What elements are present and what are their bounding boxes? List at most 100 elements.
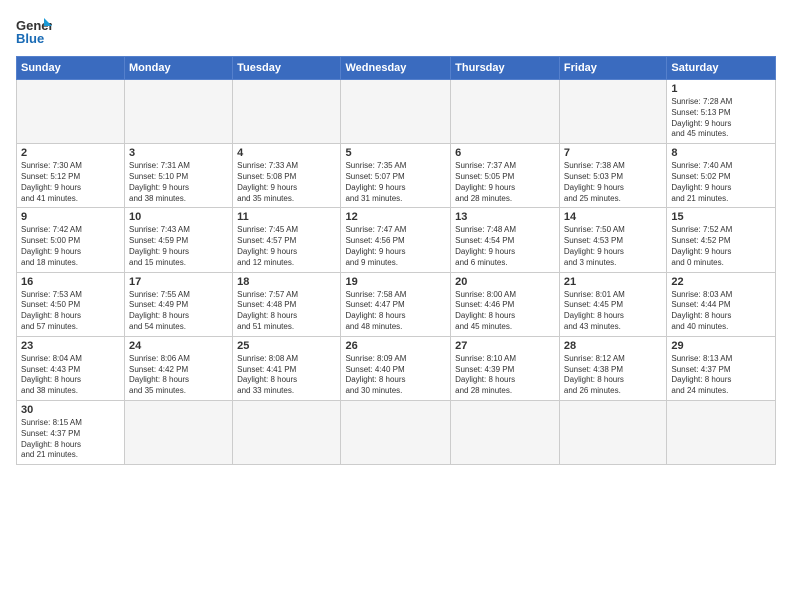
day-info: Sunrise: 7:52 AM Sunset: 4:52 PM Dayligh… bbox=[671, 225, 771, 268]
day-number: 27 bbox=[455, 340, 555, 352]
day-info: Sunrise: 7:47 AM Sunset: 4:56 PM Dayligh… bbox=[345, 225, 446, 268]
calendar-header-wednesday: Wednesday bbox=[341, 57, 451, 80]
calendar-day-cell: 24 Sunrise: 8:06 AM Sunset: 4:42 PM Dayli… bbox=[125, 336, 233, 400]
day-number: 18 bbox=[237, 276, 336, 288]
calendar-day-cell: 11 Sunrise: 7:45 AM Sunset: 4:57 PM Dayli… bbox=[233, 208, 341, 272]
calendar-day-cell: 28 Sunrise: 8:12 AM Sunset: 4:38 PM Dayli… bbox=[559, 336, 666, 400]
day-number: 7 bbox=[564, 147, 662, 159]
page: General Blue SundayMondayTuesdayWednesda… bbox=[0, 0, 792, 612]
calendar-day-cell: 30Sunrise: 8:15 AM Sunset: 4:37 PM Dayli… bbox=[17, 400, 125, 464]
calendar-day-cell bbox=[559, 400, 666, 464]
day-info: Sunrise: 7:35 AM Sunset: 5:07 PM Dayligh… bbox=[345, 161, 446, 204]
day-info: Sunrise: 7:57 AM Sunset: 4:48 PM Dayligh… bbox=[237, 290, 336, 333]
calendar-day-cell: 26Sunrise: 8:09 AM Sunset: 4:40 PM Dayli… bbox=[341, 336, 451, 400]
calendar-day-cell bbox=[233, 400, 341, 464]
day-info: Sunrise: 7:42 AM Sunset: 5:00 PM Dayligh… bbox=[21, 225, 120, 268]
day-info: Sunrise: 7:28 AM Sunset: 5:13 PM Dayligh… bbox=[671, 97, 771, 140]
day-number: 11 bbox=[237, 211, 336, 223]
calendar-day-cell bbox=[341, 80, 451, 144]
day-info: Sunrise: 7:45 AM Sunset: 4:57 PM Dayligh… bbox=[237, 225, 336, 268]
calendar-day-cell: 5 Sunrise: 7:35 AM Sunset: 5:07 PM Daylig… bbox=[341, 144, 451, 208]
day-info: Sunrise: 7:33 AM Sunset: 5:08 PM Dayligh… bbox=[237, 161, 336, 204]
day-info: Sunrise: 8:06 AM Sunset: 4:42 PM Dayligh… bbox=[129, 354, 228, 397]
calendar-day-cell: 18 Sunrise: 7:57 AM Sunset: 4:48 PM Dayli… bbox=[233, 272, 341, 336]
calendar-week-row: 30Sunrise: 8:15 AM Sunset: 4:37 PM Dayli… bbox=[17, 400, 776, 464]
day-number: 1 bbox=[671, 83, 771, 95]
calendar-day-cell: 22Sunrise: 8:03 AM Sunset: 4:44 PM Dayli… bbox=[667, 272, 776, 336]
calendar-day-cell bbox=[451, 80, 560, 144]
calendar-day-cell: 25Sunrise: 8:08 AM Sunset: 4:41 PM Dayli… bbox=[233, 336, 341, 400]
calendar-header-tuesday: Tuesday bbox=[233, 57, 341, 80]
calendar-week-row: 1 Sunrise: 7:28 AM Sunset: 5:13 PM Daylig… bbox=[17, 80, 776, 144]
svg-text:Blue: Blue bbox=[16, 31, 44, 46]
day-number: 2 bbox=[21, 147, 120, 159]
day-info: Sunrise: 8:00 AM Sunset: 4:46 PM Dayligh… bbox=[455, 290, 555, 333]
calendar-week-row: 2 Sunrise: 7:30 AM Sunset: 5:12 PM Daylig… bbox=[17, 144, 776, 208]
day-number: 19 bbox=[345, 276, 446, 288]
day-info: Sunrise: 8:09 AM Sunset: 4:40 PM Dayligh… bbox=[345, 354, 446, 397]
calendar-week-row: 16 Sunrise: 7:53 AM Sunset: 4:50 PM Dayli… bbox=[17, 272, 776, 336]
day-number: 4 bbox=[237, 147, 336, 159]
calendar-day-cell bbox=[341, 400, 451, 464]
day-info: Sunrise: 7:37 AM Sunset: 5:05 PM Dayligh… bbox=[455, 161, 555, 204]
day-number: 12 bbox=[345, 211, 446, 223]
day-info: Sunrise: 7:50 AM Sunset: 4:53 PM Dayligh… bbox=[564, 225, 662, 268]
generalblue-logo-icon: General Blue bbox=[16, 16, 52, 46]
day-info: Sunrise: 7:43 AM Sunset: 4:59 PM Dayligh… bbox=[129, 225, 228, 268]
calendar-day-cell: 12 Sunrise: 7:47 AM Sunset: 4:56 PM Dayli… bbox=[341, 208, 451, 272]
calendar-day-cell: 8Sunrise: 7:40 AM Sunset: 5:02 PM Daylig… bbox=[667, 144, 776, 208]
day-info: Sunrise: 8:12 AM Sunset: 4:38 PM Dayligh… bbox=[564, 354, 662, 397]
calendar-day-cell bbox=[233, 80, 341, 144]
day-info: Sunrise: 8:04 AM Sunset: 4:43 PM Dayligh… bbox=[21, 354, 120, 397]
calendar-day-cell: 9 Sunrise: 7:42 AM Sunset: 5:00 PM Daylig… bbox=[17, 208, 125, 272]
day-number: 30 bbox=[21, 404, 120, 416]
day-number: 29 bbox=[671, 340, 771, 352]
day-info: Sunrise: 8:13 AM Sunset: 4:37 PM Dayligh… bbox=[671, 354, 771, 397]
calendar-day-cell bbox=[451, 400, 560, 464]
calendar-table: SundayMondayTuesdayWednesdayThursdayFrid… bbox=[16, 56, 776, 465]
calendar-day-cell: 20 Sunrise: 8:00 AM Sunset: 4:46 PM Dayli… bbox=[451, 272, 560, 336]
day-number: 22 bbox=[671, 276, 771, 288]
calendar-day-cell bbox=[667, 400, 776, 464]
day-info: Sunrise: 7:38 AM Sunset: 5:03 PM Dayligh… bbox=[564, 161, 662, 204]
day-info: Sunrise: 8:08 AM Sunset: 4:41 PM Dayligh… bbox=[237, 354, 336, 397]
calendar-day-cell: 16 Sunrise: 7:53 AM Sunset: 4:50 PM Dayli… bbox=[17, 272, 125, 336]
calendar-day-cell bbox=[125, 80, 233, 144]
day-number: 9 bbox=[21, 211, 120, 223]
calendar-day-cell: 10 Sunrise: 7:43 AM Sunset: 4:59 PM Dayli… bbox=[125, 208, 233, 272]
calendar-day-cell: 13Sunrise: 7:48 AM Sunset: 4:54 PM Dayli… bbox=[451, 208, 560, 272]
calendar-day-cell: 4 Sunrise: 7:33 AM Sunset: 5:08 PM Daylig… bbox=[233, 144, 341, 208]
day-info: Sunrise: 8:01 AM Sunset: 4:45 PM Dayligh… bbox=[564, 290, 662, 333]
day-number: 10 bbox=[129, 211, 228, 223]
calendar-header-sunday: Sunday bbox=[17, 57, 125, 80]
day-number: 16 bbox=[21, 276, 120, 288]
calendar-day-cell: 6 Sunrise: 7:37 AM Sunset: 5:05 PM Daylig… bbox=[451, 144, 560, 208]
day-info: Sunrise: 7:53 AM Sunset: 4:50 PM Dayligh… bbox=[21, 290, 120, 333]
day-number: 23 bbox=[21, 340, 120, 352]
day-number: 15 bbox=[671, 211, 771, 223]
calendar-day-cell: 17 Sunrise: 7:55 AM Sunset: 4:49 PM Dayli… bbox=[125, 272, 233, 336]
day-info: Sunrise: 7:48 AM Sunset: 4:54 PM Dayligh… bbox=[455, 225, 555, 268]
calendar-day-cell bbox=[17, 80, 125, 144]
day-number: 5 bbox=[345, 147, 446, 159]
day-number: 24 bbox=[129, 340, 228, 352]
day-number: 28 bbox=[564, 340, 662, 352]
calendar-header-row: SundayMondayTuesdayWednesdayThursdayFrid… bbox=[17, 57, 776, 80]
calendar-day-cell: 14Sunrise: 7:50 AM Sunset: 4:53 PM Dayli… bbox=[559, 208, 666, 272]
day-info: Sunrise: 8:10 AM Sunset: 4:39 PM Dayligh… bbox=[455, 354, 555, 397]
day-number: 8 bbox=[671, 147, 771, 159]
calendar-day-cell bbox=[559, 80, 666, 144]
calendar-day-cell: 27 Sunrise: 8:10 AM Sunset: 4:39 PM Dayli… bbox=[451, 336, 560, 400]
calendar-header-monday: Monday bbox=[125, 57, 233, 80]
calendar-header-thursday: Thursday bbox=[451, 57, 560, 80]
day-info: Sunrise: 7:55 AM Sunset: 4:49 PM Dayligh… bbox=[129, 290, 228, 333]
calendar-header-friday: Friday bbox=[559, 57, 666, 80]
calendar-week-row: 9 Sunrise: 7:42 AM Sunset: 5:00 PM Daylig… bbox=[17, 208, 776, 272]
day-info: Sunrise: 7:30 AM Sunset: 5:12 PM Dayligh… bbox=[21, 161, 120, 204]
day-number: 3 bbox=[129, 147, 228, 159]
day-number: 17 bbox=[129, 276, 228, 288]
calendar-day-cell: 1 Sunrise: 7:28 AM Sunset: 5:13 PM Daylig… bbox=[667, 80, 776, 144]
day-number: 6 bbox=[455, 147, 555, 159]
day-info: Sunrise: 7:31 AM Sunset: 5:10 PM Dayligh… bbox=[129, 161, 228, 204]
day-number: 20 bbox=[455, 276, 555, 288]
